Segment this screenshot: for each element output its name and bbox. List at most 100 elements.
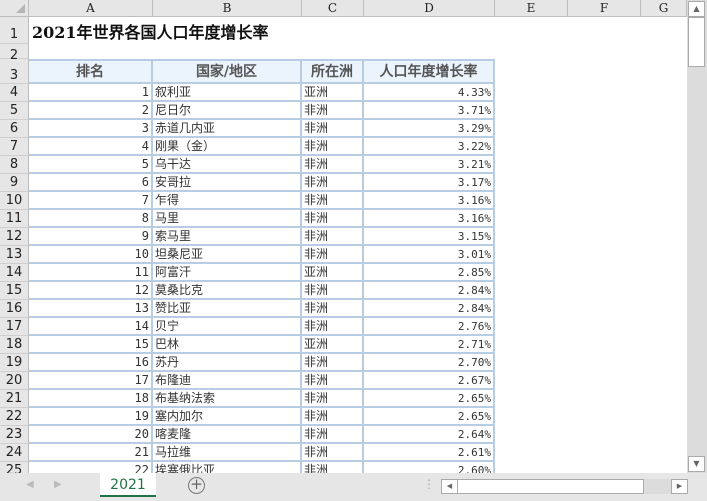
continent-cell[interactable]: 非洲: [302, 246, 364, 264]
row-header[interactable]: 1: [0, 17, 29, 44]
continent-cell[interactable]: 亚洲: [302, 84, 364, 102]
country-cell[interactable]: 阿富汗: [153, 264, 302, 282]
row-header[interactable]: 23: [0, 426, 29, 444]
row-header[interactable]: 9: [0, 174, 29, 192]
rank-cell[interactable]: 18: [29, 390, 153, 408]
continent-cell[interactable]: 非洲: [302, 210, 364, 228]
rank-cell[interactable]: 4: [29, 138, 153, 156]
country-cell[interactable]: 莫桑比克: [153, 282, 302, 300]
spreadsheet-grid[interactable]: ABCDEFG 1 2 3 4 5 6 7 8 9 10 11 12 13 14 15 16 17 18 19 20 2…: [0, 0, 687, 473]
table-header-cell[interactable]: 排名: [29, 59, 153, 84]
continent-cell[interactable]: 非洲: [302, 372, 364, 390]
growth-rate-cell[interactable]: 3.71%: [364, 102, 495, 120]
country-cell[interactable]: 布基纳法索: [153, 390, 302, 408]
column-header-c[interactable]: C: [302, 0, 364, 17]
continent-cell[interactable]: 非洲: [302, 318, 364, 336]
horizontal-scroll-thumb[interactable]: [457, 479, 644, 494]
country-cell[interactable]: 马拉维: [153, 444, 302, 462]
continent-cell[interactable]: 非洲: [302, 174, 364, 192]
rank-cell[interactable]: 17: [29, 372, 153, 390]
row-header[interactable]: 21: [0, 390, 29, 408]
row-header[interactable]: 12: [0, 228, 29, 246]
continent-cell[interactable]: 非洲: [302, 462, 364, 473]
country-cell[interactable]: 塞内加尔: [153, 408, 302, 426]
rank-cell[interactable]: 9: [29, 228, 153, 246]
rank-cell[interactable]: 3: [29, 120, 153, 138]
continent-cell[interactable]: 非洲: [302, 300, 364, 318]
vertical-scrollbar[interactable]: ▲ ▼: [687, 0, 707, 473]
country-cell[interactable]: 贝宁: [153, 318, 302, 336]
rank-cell[interactable]: 14: [29, 318, 153, 336]
rank-cell[interactable]: 12: [29, 282, 153, 300]
country-cell[interactable]: 刚果（金）: [153, 138, 302, 156]
growth-rate-cell[interactable]: 3.21%: [364, 156, 495, 174]
continent-cell[interactable]: 非洲: [302, 444, 364, 462]
select-all-button[interactable]: [0, 0, 29, 17]
rank-cell[interactable]: 6: [29, 174, 153, 192]
continent-cell[interactable]: 非洲: [302, 102, 364, 120]
splitter-handle-icon[interactable]: ⋮: [423, 477, 435, 491]
row-header[interactable]: 24: [0, 444, 29, 462]
continent-cell[interactable]: 非洲: [302, 390, 364, 408]
continent-cell[interactable]: 非洲: [302, 228, 364, 246]
rank-cell[interactable]: 19: [29, 408, 153, 426]
row-header[interactable]: 25: [0, 462, 29, 473]
row-header[interactable]: 8: [0, 156, 29, 174]
scroll-right-button[interactable]: ▶: [671, 479, 688, 494]
row-header[interactable]: 7: [0, 138, 29, 156]
scroll-up-button[interactable]: ▲: [688, 1, 705, 17]
growth-rate-cell[interactable]: 2.61%: [364, 444, 495, 462]
add-sheet-icon[interactable]: +: [188, 477, 205, 494]
row-header[interactable]: 3: [0, 59, 29, 84]
rank-cell[interactable]: 7: [29, 192, 153, 210]
row-header[interactable]: 20: [0, 372, 29, 390]
continent-cell[interactable]: 非洲: [302, 120, 364, 138]
rank-cell[interactable]: 1: [29, 84, 153, 102]
rank-cell[interactable]: 11: [29, 264, 153, 282]
growth-rate-cell[interactable]: 3.01%: [364, 246, 495, 264]
horizontal-scrollbar[interactable]: ◀ ▶: [441, 479, 688, 494]
row-header[interactable]: 11: [0, 210, 29, 228]
row-header[interactable]: 14: [0, 264, 29, 282]
row-header[interactable]: 19: [0, 354, 29, 372]
growth-rate-cell[interactable]: 2.70%: [364, 354, 495, 372]
growth-rate-cell[interactable]: 2.60%: [364, 462, 495, 473]
row-header[interactable]: 10: [0, 192, 29, 210]
country-cell[interactable]: 苏丹: [153, 354, 302, 372]
continent-cell[interactable]: 非洲: [302, 354, 364, 372]
growth-rate-cell[interactable]: 3.29%: [364, 120, 495, 138]
country-cell[interactable]: 安哥拉: [153, 174, 302, 192]
growth-rate-cell[interactable]: 3.16%: [364, 192, 495, 210]
continent-cell[interactable]: 非洲: [302, 192, 364, 210]
next-sheet-icon[interactable]: ▶: [54, 479, 62, 490]
rank-cell[interactable]: 13: [29, 300, 153, 318]
growth-rate-cell[interactable]: 2.76%: [364, 318, 495, 336]
row-header[interactable]: 13: [0, 246, 29, 264]
growth-rate-cell[interactable]: 3.17%: [364, 174, 495, 192]
sheet-title[interactable]: 2021年世界各国人口年度增长率: [32, 19, 269, 43]
continent-cell[interactable]: 非洲: [302, 408, 364, 426]
row-header[interactable]: 15: [0, 282, 29, 300]
column-header-f[interactable]: F: [568, 0, 641, 17]
rank-cell[interactable]: 16: [29, 354, 153, 372]
country-cell[interactable]: 埃塞俄比亚: [153, 462, 302, 473]
continent-cell[interactable]: 非洲: [302, 426, 364, 444]
scroll-left-button[interactable]: ◀: [441, 479, 458, 494]
growth-rate-cell[interactable]: 3.16%: [364, 210, 495, 228]
continent-cell[interactable]: 亚洲: [302, 336, 364, 354]
row-header[interactable]: 2: [0, 44, 29, 63]
column-header-d[interactable]: D: [364, 0, 495, 17]
column-header-b[interactable]: B: [153, 0, 302, 17]
growth-rate-cell[interactable]: 2.67%: [364, 372, 495, 390]
country-cell[interactable]: 喀麦隆: [153, 426, 302, 444]
rank-cell[interactable]: 21: [29, 444, 153, 462]
country-cell[interactable]: 索马里: [153, 228, 302, 246]
country-cell[interactable]: 赞比亚: [153, 300, 302, 318]
rank-cell[interactable]: 10: [29, 246, 153, 264]
rank-cell[interactable]: 15: [29, 336, 153, 354]
growth-rate-cell[interactable]: 2.64%: [364, 426, 495, 444]
country-cell[interactable]: 叙利亚: [153, 84, 302, 102]
table-header-cell[interactable]: 人口年度增长率: [364, 59, 495, 84]
growth-rate-cell[interactable]: 2.84%: [364, 282, 495, 300]
country-cell[interactable]: 赤道几内亚: [153, 120, 302, 138]
